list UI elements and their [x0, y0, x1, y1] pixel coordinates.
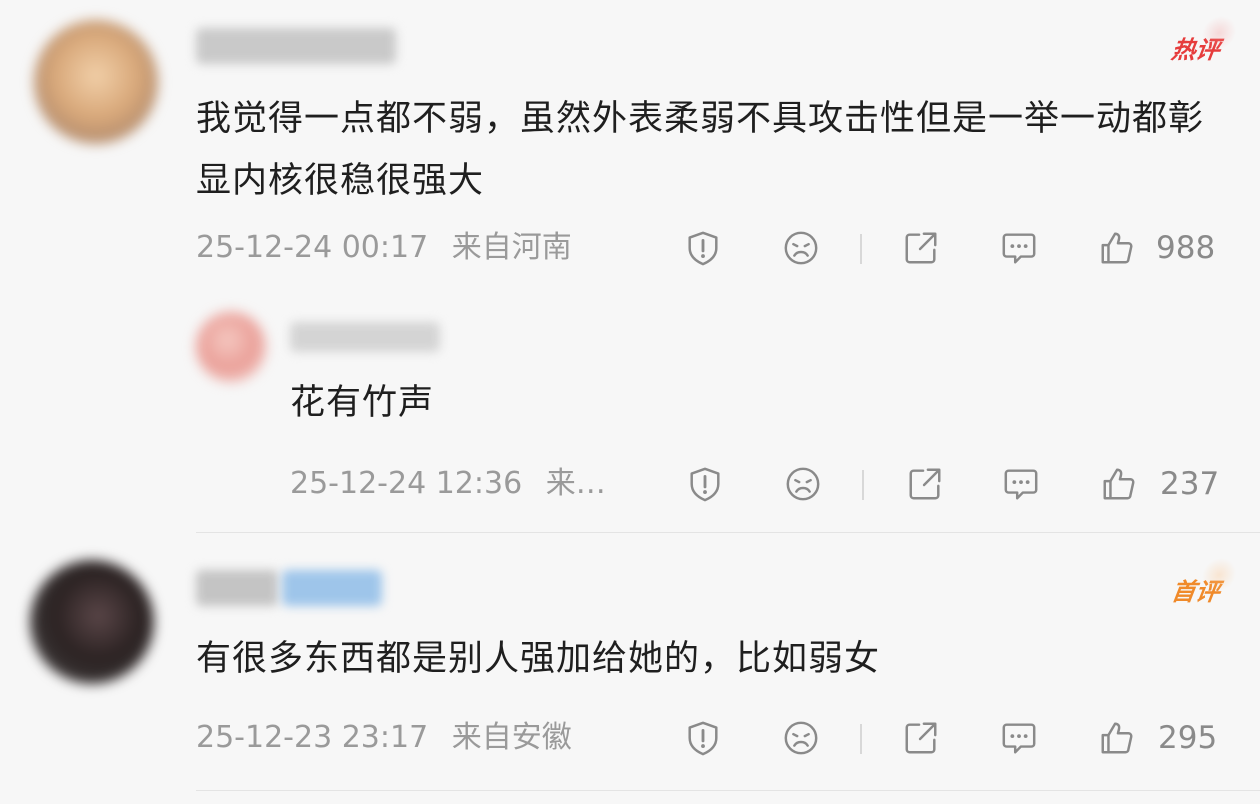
thumbs-up-icon[interactable]: [1096, 228, 1138, 268]
comment-divider: [196, 532, 1260, 533]
share-icon[interactable]: [904, 464, 946, 504]
comment-icon[interactable]: [998, 228, 1040, 268]
divider: [860, 234, 862, 264]
hot-comment-badge: 热评: [1170, 16, 1239, 65]
user-tag-blurred: [282, 570, 382, 606]
comment-icon[interactable]: [998, 718, 1040, 758]
comment-actions: 295: [0, 718, 1260, 758]
comment-text: 我觉得一点都不弱，虽然外表柔弱不具攻击性但是一举一动都彰显内核很稳很强大: [196, 99, 1205, 201]
badge-flame-icon: [1199, 16, 1239, 50]
reply-text: 花有竹声: [290, 383, 435, 423]
thumbs-up-icon[interactable]: [1098, 464, 1140, 504]
comment-actions: 988: [0, 228, 1260, 268]
like-count: 295: [1158, 720, 1218, 756]
comment-text: 有很多东西都是别人强加给她的，比如弱女: [196, 639, 881, 679]
dislike-face-icon[interactable]: [780, 228, 822, 268]
avatar[interactable]: [30, 560, 154, 684]
badge-star-icon: [1199, 558, 1239, 592]
first-comment-badge: 首评: [1170, 558, 1239, 607]
share-icon[interactable]: [900, 718, 942, 758]
username-blurred[interactable]: [196, 570, 278, 606]
like-count: 237: [1160, 466, 1220, 502]
divider: [862, 470, 864, 500]
report-icon[interactable]: [682, 718, 724, 758]
like-count: 988: [1156, 230, 1216, 266]
divider: [860, 724, 862, 754]
dislike-face-icon[interactable]: [782, 464, 824, 504]
share-icon[interactable]: [900, 228, 942, 268]
avatar[interactable]: [196, 312, 266, 382]
comment-icon[interactable]: [1000, 464, 1042, 504]
dislike-face-icon[interactable]: [780, 718, 822, 758]
username-blurred[interactable]: [196, 28, 396, 64]
report-icon[interactable]: [682, 228, 724, 268]
username-blurred[interactable]: [290, 322, 440, 352]
thumbs-up-icon[interactable]: [1096, 718, 1138, 758]
avatar[interactable]: [34, 20, 158, 144]
report-icon[interactable]: [684, 464, 726, 504]
comment-actions: 237: [0, 464, 1260, 504]
comment-divider: [196, 790, 1260, 791]
